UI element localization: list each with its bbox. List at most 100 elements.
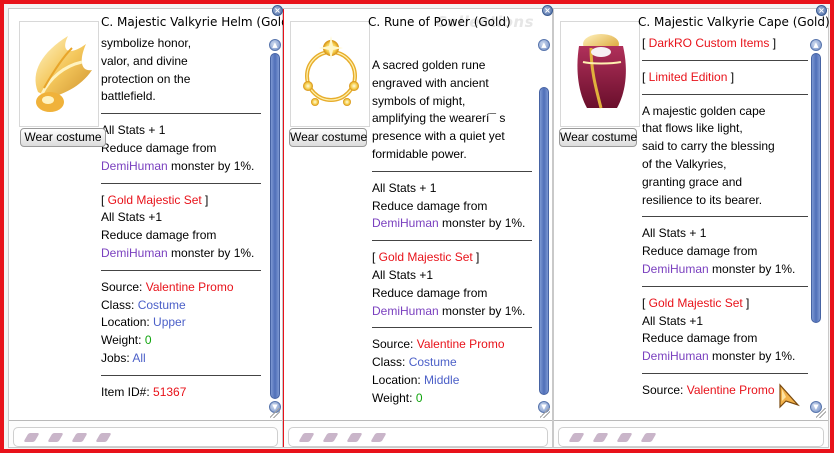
set-stat-line: All Stats +1 — [372, 267, 434, 282]
resize-grip[interactable] — [816, 408, 826, 418]
item-description-area: C. Majestic Valkyrie Cape (Gold) [ DarkR… — [554, 9, 830, 421]
description-line: formidable power. — [372, 146, 467, 161]
set-stat-line: All Stats +1 — [101, 210, 163, 225]
info-value: Costume — [137, 297, 186, 312]
scroll-up-arrow[interactable]: ▲ — [810, 39, 822, 51]
item-description-area: Collections C. Rune of Power (Gold) A sa… — [284, 9, 552, 421]
info-weight: Weight: 0 — [101, 332, 261, 350]
flavor-text: symbolize honor, valor, and divine prote… — [101, 35, 261, 106]
info-value: 0 — [144, 333, 152, 348]
divider — [101, 269, 261, 271]
card-slot-icon — [71, 433, 88, 442]
info-label: Location: — [101, 315, 154, 330]
card-slot-icon — [322, 433, 339, 442]
description-line: valor, and divine — [101, 53, 188, 68]
screenshot-frame: C. Majestic Valkyrie Helm (Gold) symboli… — [0, 0, 834, 453]
description-line: presence with a quiet yet — [372, 129, 505, 144]
scrollbar[interactable]: ▲ ▼ — [810, 39, 822, 413]
card-slot-icon — [616, 433, 633, 442]
set-stat-line: Reduce damage from — [372, 285, 488, 300]
set-name: Gold Majestic Set — [107, 192, 202, 207]
card-slot-bar — [558, 427, 824, 447]
info-jobs: Jobs: All — [101, 350, 261, 368]
description-line: amplifying the wearerí¯ s — [372, 111, 506, 126]
scroll-thumb[interactable] — [539, 87, 549, 395]
tag-line: [ Limited Edition ] — [642, 69, 735, 84]
close-icon[interactable]: × — [816, 5, 827, 16]
info-label: Jobs: — [101, 350, 133, 365]
race-name: DemiHuman — [372, 216, 439, 231]
info-class: Class: Costume — [101, 297, 261, 315]
info-value: Middle — [424, 372, 460, 387]
set-stat-line: DemiHuman monster by 1%. — [372, 303, 532, 321]
info-label: Location: — [372, 372, 425, 387]
close-icon[interactable]: × — [272, 5, 283, 16]
set-name: Gold Majestic Set — [378, 250, 473, 265]
card-slot-icon — [346, 433, 363, 442]
description-line: symbolize honor, — [101, 36, 192, 50]
race-name: DemiHuman — [642, 349, 709, 364]
card-slot-icon — [47, 433, 64, 442]
info-weight: Weight: 0 — [372, 390, 532, 408]
description-line: that flows like light, — [642, 121, 743, 136]
golden-cape-icon — [577, 34, 626, 109]
divider — [642, 59, 808, 61]
description-line: of the Valkyries, — [642, 156, 727, 171]
stat-line: All Stats + 1 — [642, 226, 707, 241]
divider — [642, 93, 808, 95]
item-portrait — [560, 21, 640, 127]
tag-label: Limited Edition — [648, 69, 728, 84]
item-description: [ DarkRO Custom Items ] [ Limited Editio… — [642, 35, 808, 417]
golden-winged-helm-icon — [35, 36, 92, 112]
card-slot-bar — [288, 427, 548, 447]
scroll-thumb[interactable] — [811, 53, 821, 323]
scroll-up-arrow[interactable]: ▲ — [538, 39, 550, 51]
scrollbar[interactable]: ▲ ▼ — [538, 39, 550, 413]
close-icon[interactable]: × — [542, 5, 553, 16]
tag-line: [ DarkRO Custom Items ] — [642, 36, 777, 50]
resize-grip[interactable] — [270, 408, 280, 418]
stat-line: Reduce damage from — [101, 140, 217, 155]
set-stat-line: All Stats +1 — [642, 313, 704, 328]
stat-line: DemiHuman monster by 1%. — [372, 215, 532, 233]
description-line: granting grace and — [642, 174, 743, 189]
set-stat-line: DemiHuman monster by 1%. — [101, 245, 261, 263]
item-id: 51367 — [153, 384, 187, 399]
info-label: Weight: — [101, 333, 145, 348]
stat-line: All Stats + 1 — [372, 180, 437, 195]
item-id-line: Item ID#: 51367 — [101, 384, 261, 402]
item-description-area: C. Majestic Valkyrie Helm (Gold) symboli… — [9, 9, 293, 421]
flavor-text: A sacred golden rune engraved with ancie… — [372, 57, 532, 164]
stat-line: Reduce damage from — [642, 244, 758, 259]
info-value: All — [132, 350, 146, 365]
info-value: Valentine Promo — [686, 382, 775, 397]
mouse-cursor-icon — [779, 383, 800, 409]
info-label: Class: — [101, 297, 138, 312]
wear-costume-button[interactable]: Wear costume — [289, 128, 367, 147]
race-name: DemiHuman — [101, 245, 168, 260]
card-slot-icon — [370, 433, 387, 442]
description-line: A sacred golden rune — [372, 58, 486, 72]
description-line: said to carry the blessing — [642, 139, 775, 154]
wear-costume-button[interactable]: Wear costume — [559, 128, 637, 147]
divider — [372, 170, 532, 172]
scroll-thumb[interactable] — [270, 53, 280, 399]
divider — [101, 374, 261, 376]
info-value: 0 — [415, 390, 423, 405]
card-slot-icon — [568, 433, 585, 442]
set-stat-line: Reduce damage from — [101, 228, 217, 243]
resize-grip[interactable] — [540, 408, 550, 418]
wear-costume-button[interactable]: Wear costume — [20, 128, 106, 147]
description-line: battlefield. — [101, 89, 156, 104]
race-name: DemiHuman — [372, 303, 439, 318]
stat-tail: monster by 1%. — [167, 245, 255, 260]
tag-label: DarkRO Custom Items — [648, 36, 770, 50]
card-slot-bar — [13, 427, 278, 447]
scrollbar[interactable]: ▲ ▼ — [269, 39, 281, 413]
item-description: A sacred golden rune engraved with ancie… — [372, 57, 532, 439]
info-source: Source: Valentine Promo — [372, 336, 532, 354]
scroll-up-arrow[interactable]: ▲ — [269, 39, 281, 51]
set-header: [ Gold Majestic Set ] — [101, 192, 209, 207]
description-line: A majestic golden cape — [642, 103, 766, 118]
divider — [372, 240, 532, 242]
